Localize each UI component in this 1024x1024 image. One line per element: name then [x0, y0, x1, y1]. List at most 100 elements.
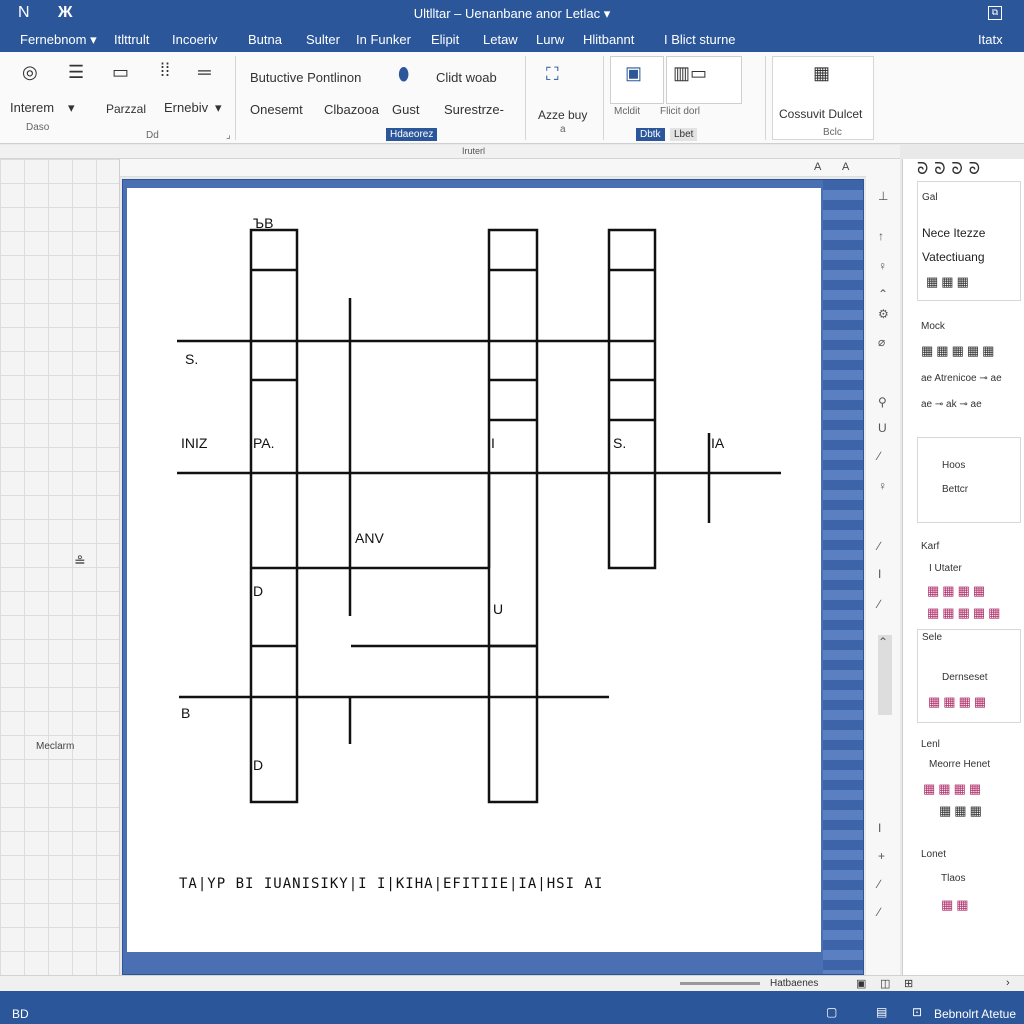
- vertical-scrollbar[interactable]: [823, 180, 863, 974]
- settings-icon[interactable]: ⚙: [878, 307, 889, 321]
- clbazooa-button[interactable]: Clbazooa: [324, 102, 379, 117]
- menu-item-insert[interactable]: Incoeriv: [172, 32, 218, 47]
- menu-item-hlitbannt[interactable]: Hlitbannt: [583, 32, 634, 47]
- clidt-woab-button[interactable]: Clidt woab: [436, 70, 497, 85]
- horizontal-scrollbar[interactable]: Hatbaenes ▣ ◫ ⊞ ›: [0, 975, 1024, 991]
- text-cursor-icon[interactable]: I: [878, 821, 881, 835]
- style-item[interactable]: Nece Itezze: [922, 226, 985, 240]
- arrow-up-icon[interactable]: ↑: [878, 229, 884, 243]
- gust-button[interactable]: Gust: [392, 102, 419, 117]
- dialog-launcher-icon[interactable]: ⌟: [226, 130, 231, 141]
- lines-icon[interactable]: ═: [198, 62, 211, 83]
- crossword-grid[interactable]: ЪB S. INIZ PA. I S. IA ANV D U B D TA|YP…: [127, 188, 821, 952]
- font-size-icon[interactable]: A: [842, 161, 849, 173]
- table-icon[interactable]: ▣: [625, 63, 642, 84]
- format-icon[interactable]: ∕: [878, 877, 880, 891]
- style-section[interactable]: Hoos Bettcr: [917, 437, 1021, 523]
- style-item[interactable]: ae ⊸ ak ⊸ ae: [921, 399, 982, 410]
- status-page[interactable]: BD: [12, 1007, 29, 1021]
- expand-icon[interactable]: ⌃: [878, 287, 888, 301]
- style-tiles[interactable]: ▦▦▦▦: [927, 583, 988, 599]
- mcldit-label[interactable]: Mcldit: [614, 106, 640, 117]
- menu-item-help[interactable]: Itatx: [978, 32, 1003, 47]
- menu-item-format[interactable]: Itlttrult: [114, 32, 149, 47]
- web-layout-icon[interactable]: ⊡: [912, 1005, 922, 1019]
- bookmark-icon[interactable]: ≗: [74, 553, 86, 570]
- style-item[interactable]: Bettcr: [942, 484, 968, 495]
- read-mode-icon[interactable]: ▢: [826, 1005, 837, 1019]
- columns-icon[interactable]: ⁞⁞: [160, 60, 170, 81]
- document-page[interactable]: ЪB S. INIZ PA. I S. IA ANV D U B D TA|YP…: [127, 188, 821, 952]
- print-layout-icon[interactable]: ▤: [876, 1005, 887, 1019]
- format-icon[interactable]: ∕: [878, 449, 880, 463]
- menu-item-elipit[interactable]: Elipit: [431, 32, 459, 47]
- option-tag[interactable]: Lbet: [670, 128, 698, 141]
- navigation-pane[interactable]: ≗ Meclarm: [0, 159, 120, 1000]
- style-item[interactable]: Vatectiuang: [922, 250, 985, 264]
- flag-icon[interactable]: ♀: [878, 479, 887, 493]
- document-grid-icon[interactable]: ▦: [813, 63, 830, 84]
- grid-box[interactable]: ▥▭: [666, 56, 742, 104]
- image-icon[interactable]: ⛶: [546, 64, 559, 85]
- frame-icon[interactable]: ▭: [112, 62, 129, 83]
- slider-icon[interactable]: ⌃: [878, 635, 892, 715]
- page-icon[interactable]: ◫: [880, 977, 890, 990]
- style-section[interactable]: Sele Dernseset ▦▦▦▦: [917, 629, 1021, 723]
- font-size-icon[interactable]: A: [814, 161, 821, 173]
- style-item[interactable]: Tlaos: [941, 873, 965, 884]
- top-ruler[interactable]: Iruterl: [0, 145, 900, 159]
- dropdown-arrow-icon[interactable]: ▾: [215, 100, 222, 116]
- style-tiles[interactable]: ▦▦▦: [926, 274, 972, 290]
- azze-buy-button[interactable]: Azze buy: [538, 108, 587, 122]
- restore-window-button[interactable]: ⧉: [988, 6, 1002, 20]
- menu-item-letaw[interactable]: Letaw: [483, 32, 518, 47]
- style-item[interactable]: ae Atrenicoe ⊸ ae: [921, 373, 1002, 384]
- insert-icon[interactable]: ⊥: [878, 189, 888, 203]
- menu-item-button[interactable]: Butna: [248, 32, 282, 47]
- style-item[interactable]: Meorre Henet: [929, 759, 990, 770]
- link-icon[interactable]: ∕: [878, 597, 880, 611]
- paste-icon[interactable]: ◎: [22, 62, 38, 83]
- menu-item-file[interactable]: Fernebnom ▾: [20, 32, 97, 48]
- style-tiles[interactable]: ▦▦▦▦: [923, 781, 984, 797]
- horizontal-ruler[interactable]: A A: [50, 159, 900, 177]
- format-icon[interactable]: ∕: [878, 905, 880, 919]
- style-tiles[interactable]: ▦▦: [941, 897, 972, 913]
- pen-icon[interactable]: ∕: [878, 539, 880, 553]
- butuctive-button[interactable]: Butuctive Pontlinon: [250, 70, 361, 85]
- selected-tag[interactable]: Hdaeorez: [386, 128, 438, 141]
- add-icon[interactable]: +: [878, 849, 885, 863]
- text-cursor-icon[interactable]: I: [878, 567, 881, 581]
- arrow-right-icon[interactable]: ›: [1006, 977, 1010, 989]
- style-section[interactable]: Gal Nece Itezze Vatectiuang ▦▦▦: [917, 181, 1021, 301]
- pin-icon[interactable]: ⚲: [878, 395, 887, 409]
- pin-icon[interactable]: ⬮: [398, 64, 409, 85]
- menu-item-in-funker[interactable]: In Funker: [356, 32, 411, 47]
- grid-box[interactable]: ▣: [610, 56, 664, 104]
- style-item[interactable]: Hoos: [942, 460, 965, 471]
- status-zoom[interactable]: Bebnolrt Atetue: [934, 1007, 1016, 1021]
- onesemt-button[interactable]: Onesemt: [250, 102, 303, 117]
- cossuvit-dulcet-button[interactable]: Cossuvit Dulcet: [779, 107, 862, 121]
- flicit-dorl-label[interactable]: Flicit dorl: [660, 106, 700, 117]
- layout-icon[interactable]: ⊞: [904, 977, 913, 990]
- style-tiles[interactable]: ▦▦▦▦▦: [927, 605, 1003, 621]
- anchor-icon[interactable]: ⌀: [878, 335, 885, 349]
- align-icon[interactable]: ☰: [68, 62, 84, 83]
- menu-item-lurw[interactable]: Lurw: [536, 32, 564, 47]
- scroll-thumb[interactable]: [680, 982, 760, 985]
- lock-icon[interactable]: U: [878, 421, 887, 435]
- selected-tag[interactable]: Dbtk: [636, 128, 665, 141]
- style-tiles[interactable]: ▦▦▦▦▦: [921, 343, 997, 359]
- chart-grid-icon[interactable]: ▥▭: [673, 63, 707, 84]
- style-item[interactable]: Dernseset: [942, 672, 988, 683]
- surestrze-button[interactable]: Surestrze-: [444, 102, 504, 117]
- menu-item-blict-sturne[interactable]: I Blict sturne: [664, 32, 736, 47]
- menu-item-sulter[interactable]: Sulter: [306, 32, 340, 47]
- style-item[interactable]: I Utater: [929, 563, 962, 574]
- style-tiles[interactable]: ▦▦▦: [939, 803, 985, 819]
- style-tiles[interactable]: ▦▦▦▦: [928, 694, 989, 710]
- view-icon[interactable]: ▣: [856, 977, 866, 990]
- ernebiv-button[interactable]: Ernebiv: [164, 100, 208, 115]
- sort-icon[interactable]: ♀: [878, 259, 887, 273]
